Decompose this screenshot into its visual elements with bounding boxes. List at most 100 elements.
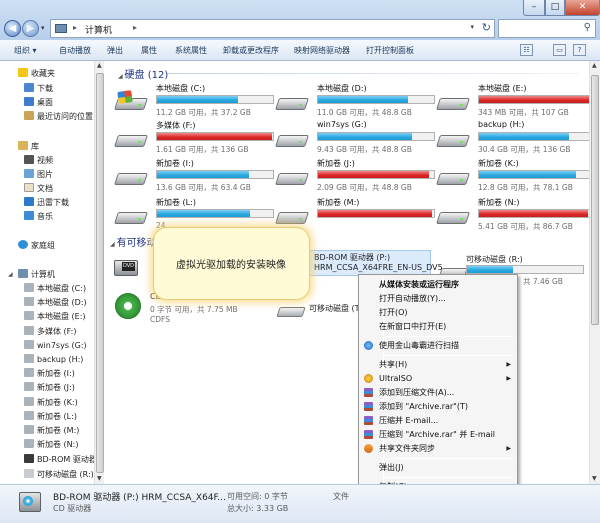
- usage-fill: [157, 96, 239, 103]
- recent-pages-dropdown[interactable]: ▾: [41, 24, 45, 32]
- expand-arrow-icon[interactable]: ◢: [8, 271, 13, 278]
- search-icon: ⚲: [583, 22, 591, 33]
- bd-rom-drive-name[interactable]: BD-ROM 驱动器 (P:): [314, 252, 390, 263]
- eject-button[interactable]: 弹出: [107, 45, 123, 56]
- nav-drive[interactable]: win7sys (G:): [24, 340, 87, 350]
- bd-rom-drive-label[interactable]: HRM_CCSA_X64FRE_EN-US_DV5: [314, 263, 443, 272]
- breadcrumb-computer[interactable]: 计算机: [85, 23, 112, 36]
- cdfs-drive-fs: CDFS: [150, 315, 170, 324]
- nav-documents[interactable]: 文档: [24, 183, 53, 194]
- uninstall-program-button[interactable]: 卸载或更改程序: [223, 45, 279, 56]
- context-menu-item[interactable]: 共享(H) ▶: [361, 358, 515, 371]
- context-menu-item[interactable]: 从媒体安装或运行程序: [361, 278, 515, 291]
- nav-drive[interactable]: 本地磁盘 (D:): [24, 297, 87, 308]
- nav-drive[interactable]: 新加卷 (I:): [24, 368, 75, 379]
- removable-drive-t-name[interactable]: 可移动磁盘 (T:): [309, 303, 365, 314]
- properties-button[interactable]: 属性: [141, 45, 157, 56]
- nav-favorites[interactable]: 收藏夹: [18, 68, 55, 79]
- context-menu-item[interactable]: 打开自动播放(Y)...: [361, 292, 515, 305]
- nav-thunder-downloads[interactable]: 迅雷下载: [24, 197, 69, 208]
- maximize-button[interactable]: □: [545, 0, 565, 16]
- nav-drive[interactable]: BD-ROM 驱动器 (P:): [24, 454, 103, 465]
- context-menu-item[interactable]: UltraISO ▶: [361, 372, 515, 385]
- breadcrumb-chevron-icon[interactable]: ▸: [73, 23, 77, 32]
- cd-disc-icon[interactable]: [115, 293, 141, 319]
- context-menu-item[interactable]: 压缩到 "Archive.rar" 并 E-mail: [361, 428, 515, 441]
- drive-tile[interactable]: 新加卷 (K:) 12.8 GB 可用，共 78.1 GB: [436, 158, 598, 202]
- nav-label: 本地磁盘 (E:): [37, 312, 86, 321]
- preview-pane-icon[interactable]: ▭: [553, 44, 566, 56]
- drive-icon: [24, 311, 34, 320]
- nav-drive[interactable]: 可移动磁盘 (R:): [24, 469, 94, 480]
- context-menu-item[interactable]: 弹出(J): [361, 461, 515, 474]
- scroll-down-icon[interactable]: ▼: [592, 475, 597, 482]
- drive-tile[interactable]: 新加卷 (J:) 2.09 GB 可用，共 48.8 GB: [275, 158, 437, 202]
- nav-libraries[interactable]: 库: [18, 141, 39, 152]
- nav-homegroup[interactable]: 家庭组: [18, 240, 55, 251]
- nav-computer[interactable]: 计算机: [18, 269, 55, 280]
- nav-recent[interactable]: 最近访问的位置: [24, 111, 93, 122]
- nav-videos[interactable]: 视频: [24, 155, 53, 166]
- minimize-button[interactable]: –: [523, 0, 545, 16]
- hard-drive-icon: [436, 168, 470, 188]
- nav-drive[interactable]: 新加卷 (M:): [24, 425, 79, 436]
- context-menu-item[interactable]: 压缩并 E-mail...: [361, 414, 515, 427]
- removable-drive-r-name[interactable]: 可移动磁盘 (R:): [466, 254, 523, 265]
- forward-button[interactable]: ▶: [22, 20, 39, 37]
- drive-usage-bar: [478, 170, 596, 179]
- drive-name: 本地磁盘 (C:): [156, 84, 206, 93]
- back-arrow-icon: ◀: [8, 23, 17, 34]
- map-network-drive-button[interactable]: 映射网络驱动器: [294, 45, 350, 56]
- content-scrollbar[interactable]: ▲ ▼: [589, 61, 600, 484]
- context-menu-item[interactable]: 打开(O): [361, 306, 515, 319]
- nav-drive[interactable]: 本地磁盘 (E:): [24, 311, 86, 322]
- address-bar[interactable]: ▸ 计算机 ▸ ▾ ↻: [50, 19, 495, 38]
- group-header-hard-drives[interactable]: ◢ 硬盘 (12): [118, 66, 168, 81]
- breadcrumb-chevron-icon[interactable]: ▸: [133, 23, 137, 32]
- search-input[interactable]: ⚲: [498, 19, 596, 38]
- nav-scrollbar[interactable]: ▲ ▼: [94, 61, 104, 484]
- back-button[interactable]: ◀: [4, 20, 21, 37]
- forward-arrow-icon: ▶: [26, 23, 35, 34]
- open-control-panel-button[interactable]: 打开控制面板: [366, 45, 414, 56]
- address-dropdown-icon[interactable]: ▾: [470, 23, 474, 31]
- drive-tile[interactable]: 新加卷 (I:) 13.6 GB 可用，共 63.4 GB: [114, 158, 276, 202]
- drive-tile[interactable]: 新加卷 (N:) 5.41 GB 可用，共 86.7 GB: [436, 197, 598, 241]
- scroll-up-icon[interactable]: ▲: [592, 62, 597, 69]
- removable-drive-icon[interactable]: [276, 303, 306, 321]
- close-button[interactable]: ✕: [565, 0, 600, 16]
- context-menu-item[interactable]: 使用金山毒霸进行扫描: [361, 339, 515, 352]
- nav-desktop[interactable]: 桌面: [24, 97, 53, 108]
- scroll-up-icon[interactable]: ▲: [97, 62, 102, 69]
- scroll-down-icon[interactable]: ▼: [97, 475, 102, 482]
- context-menu-item[interactable]: 添加到 "Archive.rar"(T): [361, 400, 515, 413]
- content-scroll-thumb[interactable]: [591, 75, 599, 325]
- context-menu-item[interactable]: 添加到压缩文件(A)...: [361, 386, 515, 399]
- navigation-pane: 收藏夹 下载 桌面 最近访问的位置 库 视频 图片 文档 迅雷下载 音乐 家庭组…: [0, 61, 104, 484]
- nav-pictures[interactable]: 图片: [24, 169, 53, 180]
- bd-rom-drive-icon[interactable]: DVD: [112, 254, 142, 282]
- context-menu-item[interactable]: 共享文件夹同步 ▶: [361, 442, 515, 455]
- nav-downloads[interactable]: 下载: [24, 83, 53, 94]
- help-icon[interactable]: ?: [573, 44, 586, 56]
- nav-drive[interactable]: 新加卷 (J:): [24, 382, 75, 393]
- view-options-icon[interactable]: ☷: [520, 44, 533, 56]
- nav-drive[interactable]: 新加卷 (K:): [24, 397, 78, 408]
- nav-label: 可移动磁盘 (R:): [37, 470, 94, 479]
- nav-drive[interactable]: 新加卷 (L:): [24, 411, 77, 422]
- system-properties-button[interactable]: 系统属性: [175, 45, 207, 56]
- nav-drive[interactable]: 新加卷 (N:): [24, 439, 78, 450]
- nav-drive[interactable]: 本地磁盘 (C:): [24, 283, 86, 294]
- refresh-icon[interactable]: ↻: [482, 21, 491, 34]
- autoplay-button[interactable]: 自动播放: [59, 45, 91, 56]
- nav-music[interactable]: 音乐: [24, 211, 53, 222]
- nav-label: 桌面: [37, 98, 53, 107]
- context-menu-item[interactable]: 在新窗口中打开(E): [361, 320, 515, 333]
- organize-button[interactable]: 组织 ▾: [14, 45, 37, 56]
- nav-drive[interactable]: 多媒体 (F:): [24, 326, 76, 337]
- music-icon: [24, 211, 34, 220]
- group-header-removable[interactable]: ◢ 有可移动: [110, 234, 157, 249]
- nav-scroll-thumb[interactable]: [96, 73, 104, 473]
- nav-drive[interactable]: backup (H:): [24, 354, 83, 364]
- drive-name: 本地磁盘 (D:): [317, 84, 367, 93]
